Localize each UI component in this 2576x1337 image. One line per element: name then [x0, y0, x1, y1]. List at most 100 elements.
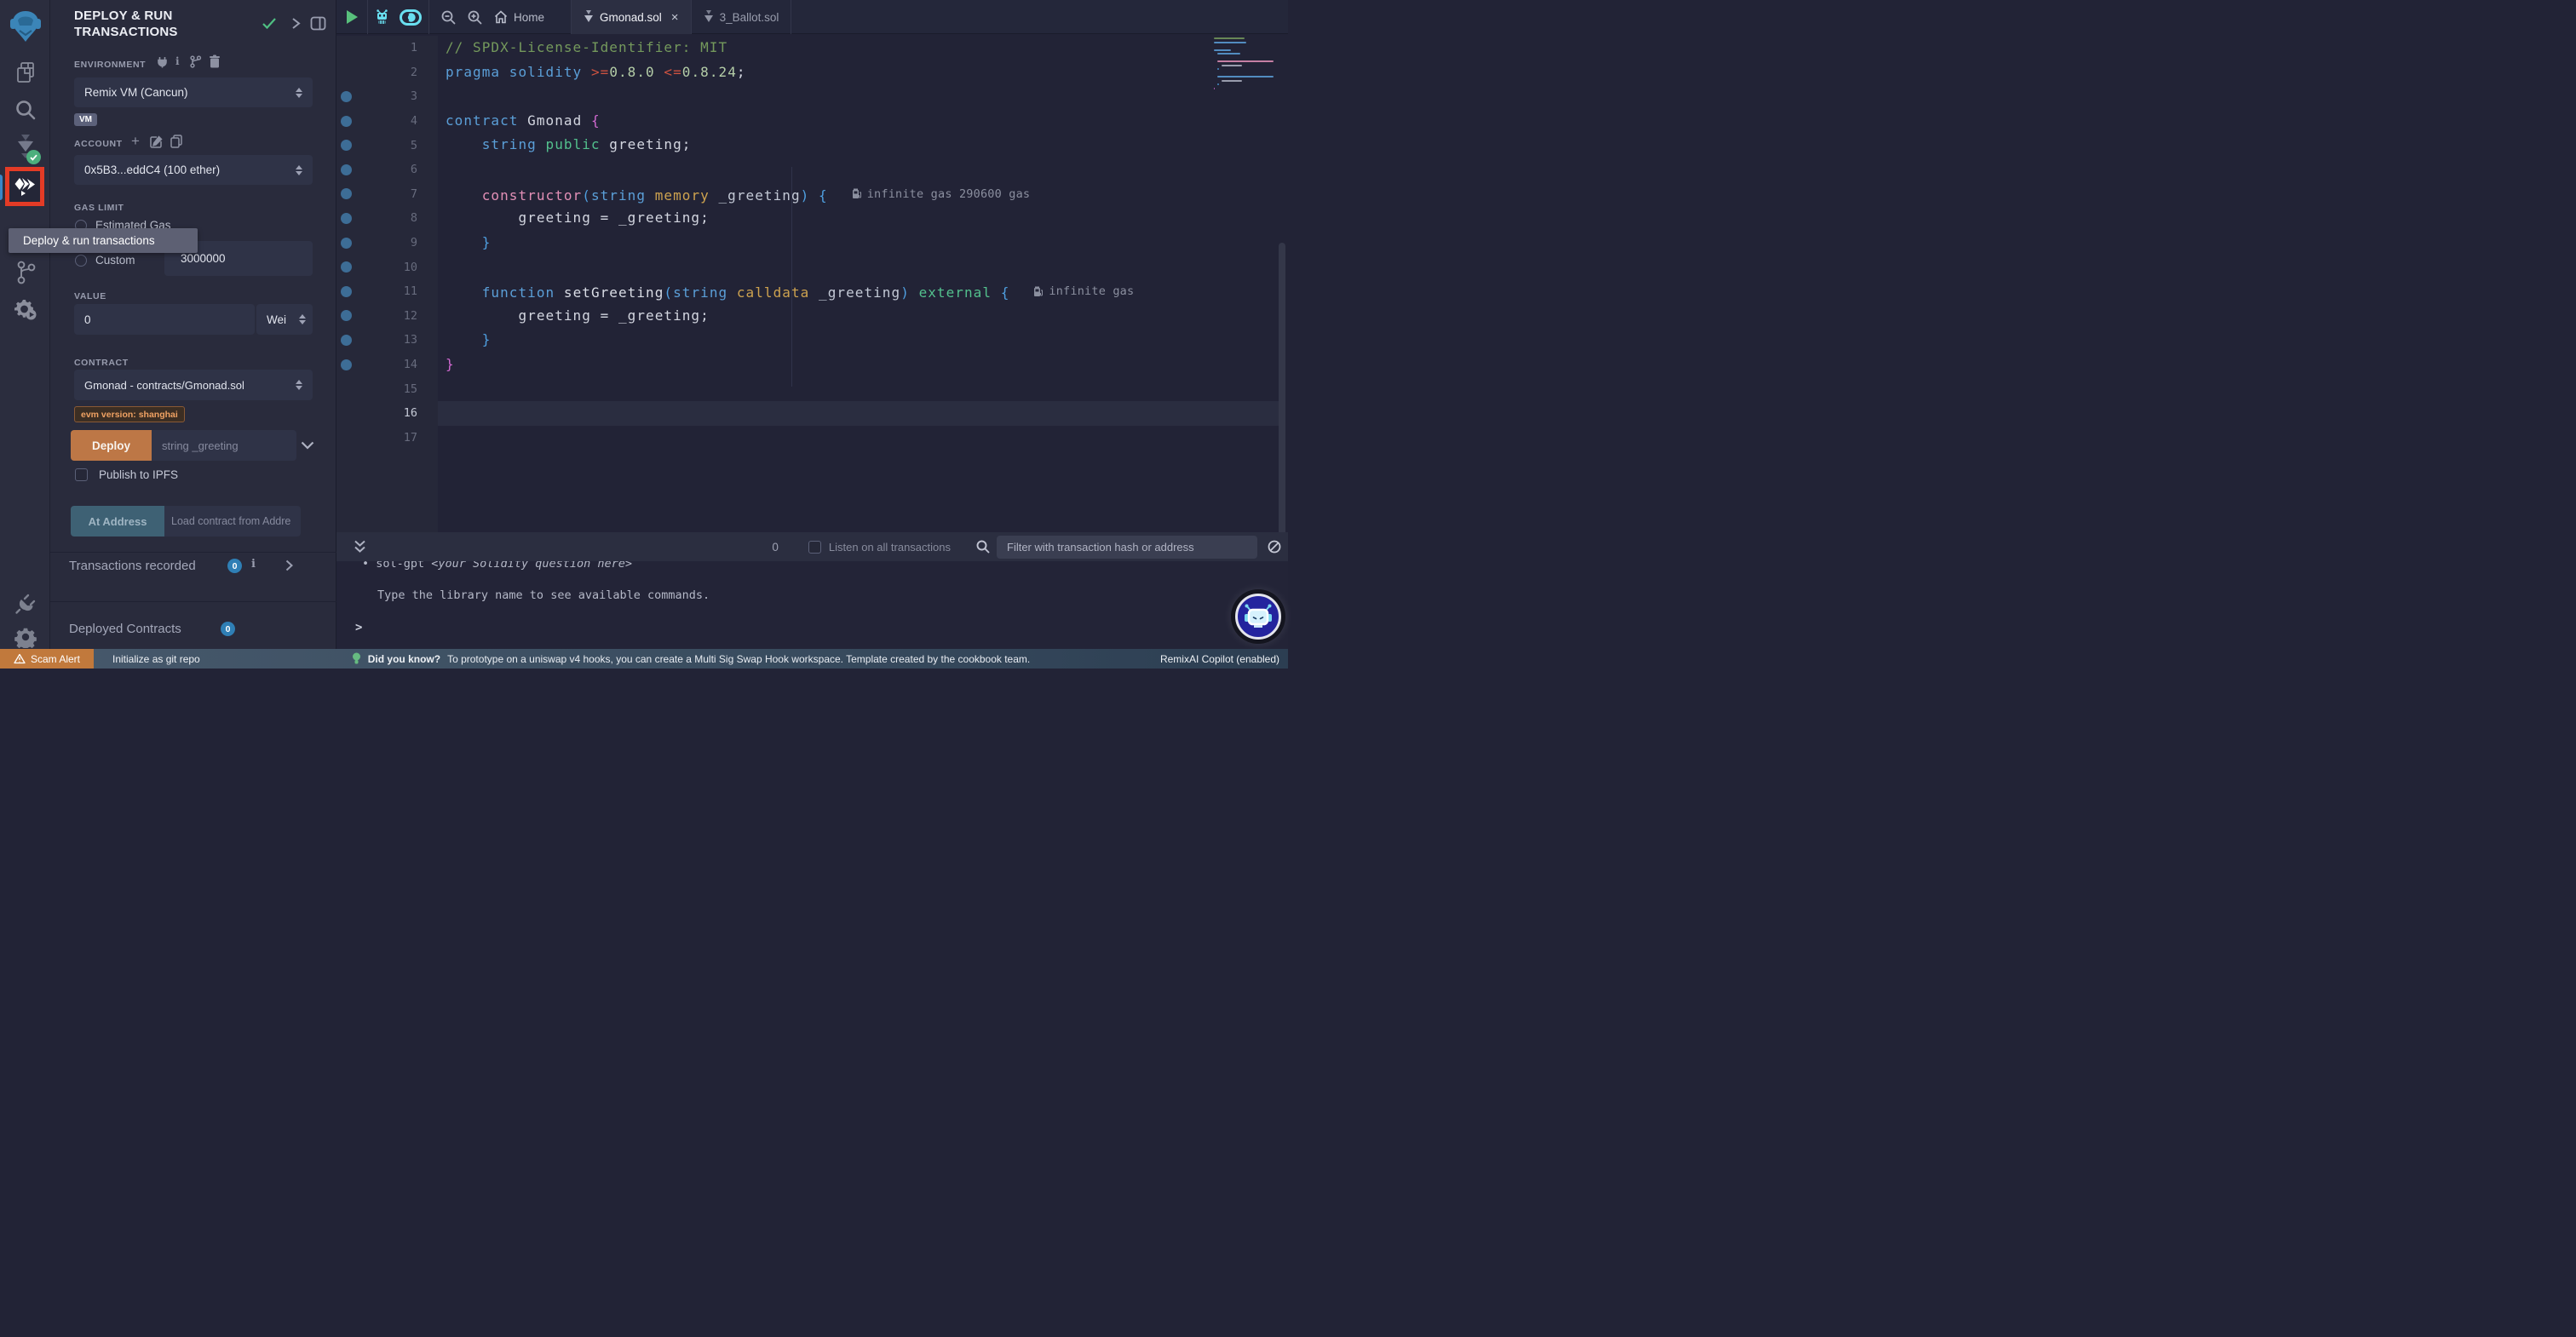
code-editor[interactable]: 1234567891011121314151617 // SPDX-Licens… — [336, 34, 1288, 532]
file-explorer-icon[interactable] — [0, 61, 50, 83]
connect-plug-icon[interactable] — [157, 56, 168, 68]
gas-limit-label: GAS LIMIT — [74, 203, 124, 213]
terminal-filter-input[interactable] — [997, 536, 1257, 559]
environment-info-icon[interactable]: i — [175, 55, 180, 67]
breakpoint-dot[interactable] — [341, 164, 352, 175]
solidity-compiler-icon[interactable] — [0, 133, 50, 160]
transactions-recorded-label: Transactions recorded — [69, 559, 196, 573]
code-lines: // SPDX-License-Identifier: MITpragma so… — [438, 36, 1279, 450]
breakpoint-dot[interactable] — [341, 432, 352, 443]
deploy-run-icon-highlighted[interactable] — [5, 167, 44, 206]
ai-robot-face-icon — [1244, 604, 1273, 629]
transactions-expand-chevron-icon[interactable] — [285, 559, 293, 571]
environment-select[interactable]: Remix VM (Cancun) — [74, 77, 313, 107]
breakpoint-dot[interactable] — [341, 383, 352, 394]
minimap[interactable] — [1214, 37, 1274, 114]
breakpoint-dot[interactable] — [341, 335, 352, 346]
transactions-info-icon[interactable]: i — [251, 558, 256, 571]
code-line — [438, 158, 1279, 182]
breakpoint-dot[interactable] — [341, 310, 352, 321]
code-line — [438, 376, 1279, 401]
remix-logo[interactable] — [0, 9, 50, 44]
pin-panel-chevron-icon[interactable] — [291, 17, 301, 30]
search-icon[interactable] — [0, 99, 50, 121]
add-account-icon[interactable]: + — [131, 133, 140, 150]
terminal[interactable]: 0 Listen on all transactions • sol-gpt <… — [336, 532, 1288, 649]
breakpoint-dot[interactable] — [341, 91, 352, 102]
breakpoint-dot[interactable] — [341, 213, 352, 224]
listen-transactions-checkbox[interactable] — [808, 541, 821, 554]
line-number: 4 — [352, 114, 438, 128]
deploy-button[interactable]: Deploy — [71, 430, 152, 461]
at-address-button[interactable]: At Address — [71, 506, 164, 537]
tab-gmonad[interactable]: Gmonad.sol × — [572, 0, 692, 34]
ai-robot-icon[interactable] — [375, 9, 389, 26]
code-line: function setGreeting(string calldata _gr… — [438, 279, 1279, 304]
settings-gear-icon[interactable] — [0, 626, 50, 648]
editor-top-bar: Home Gmonad.sol × 3_Ballot.sol — [336, 0, 1288, 34]
breakpoint-dot[interactable] — [341, 261, 352, 273]
tab-close-icon[interactable]: × — [671, 10, 679, 25]
breakpoint-dot[interactable] — [341, 408, 352, 419]
code-line: } — [438, 353, 1279, 377]
code-line — [438, 401, 1279, 426]
git-icon[interactable] — [0, 261, 50, 284]
git-init-button[interactable]: Initialize as git repo — [112, 653, 200, 665]
deployed-contracts-count-badge: 0 — [221, 622, 235, 636]
home-section: Home — [429, 0, 572, 34]
copy-address-icon[interactable] — [170, 135, 182, 148]
minimap-line — [1214, 88, 1215, 89]
copilot-toggle-icon[interactable] — [400, 9, 422, 26]
value-input[interactable] — [74, 304, 255, 335]
zoom-in-icon[interactable] — [468, 10, 482, 25]
tab-ballot[interactable]: 3_Ballot.sol — [692, 0, 792, 34]
breakpoint-dot[interactable] — [341, 66, 352, 77]
account-select[interactable]: 0x5B3...eddC4 (100 ether) — [74, 155, 313, 185]
home-tab[interactable]: Home — [494, 10, 544, 24]
minimap-line — [1217, 53, 1239, 55]
run-script-play-icon[interactable] — [346, 9, 359, 25]
status-bar: Scam Alert Initialize as git repo Did yo… — [0, 649, 1288, 668]
tab-label: Gmonad.sol — [600, 11, 662, 24]
expand-args-chevron-icon[interactable] — [301, 441, 314, 450]
plugin-manager-icon[interactable] — [0, 592, 50, 616]
clear-console-ban-icon[interactable] — [1268, 540, 1281, 554]
terminal-search-icon[interactable] — [976, 540, 990, 554]
icon-rail — [0, 0, 50, 668]
collapse-terminal-chevrons-icon[interactable] — [354, 540, 366, 554]
code-line — [438, 426, 1279, 450]
deploy-args-input[interactable] — [152, 430, 296, 461]
breakpoint-dot[interactable] — [341, 359, 352, 370]
contract-label: CONTRACT — [74, 358, 129, 368]
editor-scrollbar[interactable] — [1279, 243, 1285, 532]
breakpoint-dot[interactable] — [341, 43, 352, 54]
solidity-unit-testing-icon[interactable] — [0, 296, 50, 322]
breakpoint-dot[interactable] — [341, 286, 352, 297]
custom-gas-radio[interactable] — [75, 255, 87, 267]
active-plugin-indicator — [0, 175, 3, 200]
code-line: string public greeting; — [438, 133, 1279, 158]
at-address-input[interactable] — [164, 506, 301, 537]
code-line — [438, 255, 1279, 279]
contract-select[interactable]: Gmonad - contracts/Gmonad.sol — [74, 370, 313, 400]
breakpoint-dot[interactable] — [341, 188, 352, 199]
line-number: 14 — [352, 358, 438, 371]
remixai-copilot-status[interactable]: RemixAI Copilot (enabled) — [1160, 653, 1279, 665]
delete-states-trash-icon[interactable] — [209, 55, 221, 68]
fork-state-icon[interactable] — [189, 55, 202, 68]
scam-alert-badge[interactable]: Scam Alert — [0, 649, 94, 668]
environment-label: ENVIRONMENT — [74, 60, 146, 70]
value-unit-select[interactable]: Wei — [256, 304, 313, 335]
edit-account-icon[interactable] — [150, 135, 163, 148]
breakpoint-dot[interactable] — [341, 238, 352, 249]
code-line: // SPDX-License-Identifier: MIT — [438, 36, 1279, 60]
remix-ai-assistant-button[interactable] — [1235, 594, 1281, 640]
breakpoint-dot[interactable] — [341, 140, 352, 151]
solidity-file-icon — [584, 10, 594, 24]
breakpoint-dot[interactable] — [341, 116, 352, 127]
did-you-know-tip: Did you know? To prototype on a uniswap … — [352, 652, 1031, 665]
custom-gas-label: Custom — [95, 254, 135, 267]
publish-ipfs-checkbox[interactable] — [75, 468, 88, 481]
zoom-out-icon[interactable] — [441, 10, 456, 25]
split-panel-icon[interactable] — [310, 16, 326, 31]
